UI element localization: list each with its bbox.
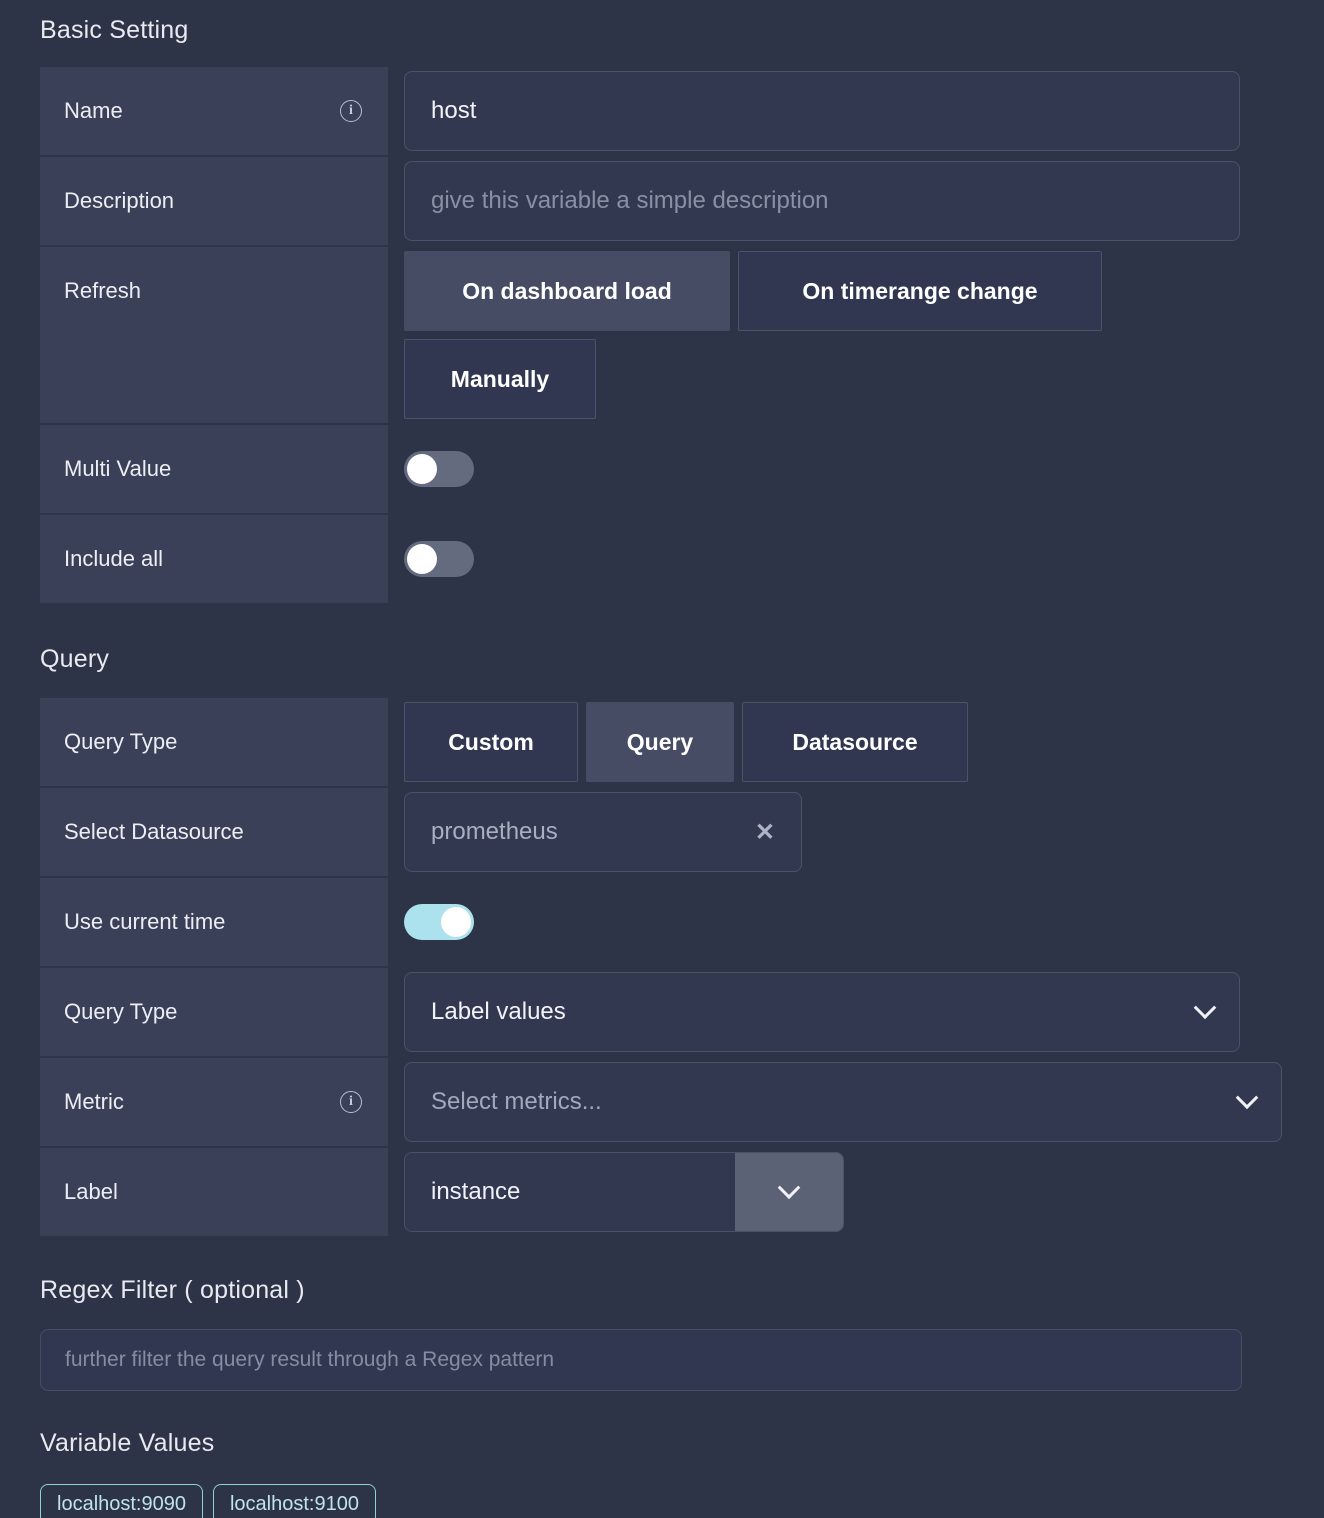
row-description: Description give this variable a simple … xyxy=(0,157,1324,245)
label-field-dropdown-button[interactable] xyxy=(735,1153,843,1231)
query-type-dropdown-value: Label values xyxy=(431,998,566,1025)
variable-values-heading: Variable Values xyxy=(40,1429,215,1457)
variable-value-chip[interactable]: localhost:9090 xyxy=(40,1484,203,1518)
query-type-option-datasource[interactable]: Datasource xyxy=(742,702,968,782)
row-multi-value: Multi Value xyxy=(0,425,1324,513)
label-field-select[interactable]: instance xyxy=(404,1152,844,1232)
row-query-type-buttons: Query Type Custom Query Datasource xyxy=(0,698,1324,786)
info-circle-icon[interactable]: i xyxy=(340,100,362,122)
row-name: Name i host xyxy=(0,67,1324,155)
info-circle-icon[interactable]: i xyxy=(340,1091,362,1113)
label-field-control: instance xyxy=(388,1148,1324,1236)
basic-setting-heading: Basic Setting xyxy=(40,16,189,44)
multi-value-label: Multi Value xyxy=(64,456,172,481)
metric-label: Metric xyxy=(64,1089,124,1114)
toggle-knob xyxy=(407,544,437,574)
toggle-knob xyxy=(407,454,437,484)
include-all-control xyxy=(388,515,1324,603)
metric-label-cell: Metric i xyxy=(40,1058,388,1146)
query-type-dropdown-control: Label values xyxy=(388,968,1324,1056)
use-current-time-toggle[interactable] xyxy=(404,904,474,940)
variable-editor-page: Basic Setting Name i host Description gi… xyxy=(0,0,1324,1518)
metric-select[interactable]: Select metrics... xyxy=(404,1062,1282,1142)
regex-filter-heading: Regex Filter ( optional ) xyxy=(40,1276,305,1304)
regex-filter-input[interactable]: further filter the query result through … xyxy=(40,1329,1242,1391)
refresh-option-on-dashboard-load[interactable]: On dashboard load xyxy=(404,251,730,331)
name-label-cell: Name i xyxy=(40,67,388,155)
select-datasource-label-cell: Select Datasource xyxy=(40,788,388,876)
row-metric: Metric i Select metrics... xyxy=(0,1058,1324,1146)
include-all-label: Include all xyxy=(64,546,164,571)
name-label: Name xyxy=(64,98,123,123)
datasource-select[interactable]: prometheus ✕ xyxy=(404,792,802,872)
use-current-time-label: Use current time xyxy=(64,909,226,934)
query-type-dropdown[interactable]: Label values xyxy=(404,972,1240,1052)
description-label-cell: Description xyxy=(40,157,388,245)
variable-values-chip-list: localhost:9090 localhost:9100 xyxy=(40,1484,1324,1518)
select-datasource-control: prometheus ✕ xyxy=(388,788,1324,876)
row-refresh: Refresh On dashboard load On timerange c… xyxy=(0,247,1324,423)
query-type-option-custom[interactable]: Custom xyxy=(404,702,578,782)
query-type-buttons-label-cell: Query Type xyxy=(40,698,388,786)
metric-control: Select metrics... xyxy=(388,1058,1324,1146)
description-label: Description xyxy=(64,188,175,213)
description-control: give this variable a simple description xyxy=(388,157,1324,245)
refresh-control: On dashboard load On timerange change Ma… xyxy=(388,247,1324,419)
name-input[interactable]: host xyxy=(404,71,1240,151)
use-current-time-control xyxy=(388,878,1324,966)
name-control: host xyxy=(388,67,1324,155)
query-type-option-query[interactable]: Query xyxy=(586,702,734,782)
query-type-dropdown-label-cell: Query Type xyxy=(40,968,388,1056)
row-use-current-time: Use current time xyxy=(0,878,1324,966)
row-include-all: Include all xyxy=(0,515,1324,603)
select-datasource-label: Select Datasource xyxy=(64,819,244,844)
query-type-dropdown-label: Query Type xyxy=(64,999,178,1024)
multi-value-control xyxy=(388,425,1324,513)
query-type-buttons-label: Query Type xyxy=(64,729,178,754)
toggle-knob xyxy=(441,907,471,937)
chevron-down-icon xyxy=(777,1176,801,1200)
multi-value-label-cell: Multi Value xyxy=(40,425,388,513)
label-field-value[interactable]: instance xyxy=(405,1153,735,1231)
row-query-type-dropdown: Query Type Label values xyxy=(0,968,1324,1056)
chevron-down-icon xyxy=(1235,1086,1259,1110)
description-input[interactable]: give this variable a simple description xyxy=(404,161,1240,241)
refresh-label-cell: Refresh xyxy=(40,247,388,423)
row-label-field: Label instance xyxy=(0,1148,1324,1236)
row-select-datasource: Select Datasource prometheus ✕ xyxy=(0,788,1324,876)
label-field-label: Label xyxy=(64,1179,118,1204)
variable-value-chip[interactable]: localhost:9100 xyxy=(212,1484,376,1518)
refresh-option-manually[interactable]: Manually xyxy=(404,339,596,419)
include-all-toggle[interactable] xyxy=(404,541,474,577)
refresh-label: Refresh xyxy=(64,278,142,303)
query-heading: Query xyxy=(40,645,110,673)
refresh-option-on-timerange-change[interactable]: On timerange change xyxy=(738,251,1102,331)
query-type-buttons-control: Custom Query Datasource xyxy=(388,698,1324,786)
include-all-label-cell: Include all xyxy=(40,515,388,603)
metric-placeholder: Select metrics... xyxy=(431,1088,602,1115)
label-field-label-cell: Label xyxy=(40,1148,388,1236)
chevron-down-icon xyxy=(1193,996,1217,1020)
close-x-icon[interactable]: ✕ xyxy=(755,818,775,847)
datasource-selected-value: prometheus xyxy=(431,818,558,845)
use-current-time-label-cell: Use current time xyxy=(40,878,388,966)
multi-value-toggle[interactable] xyxy=(404,451,474,487)
